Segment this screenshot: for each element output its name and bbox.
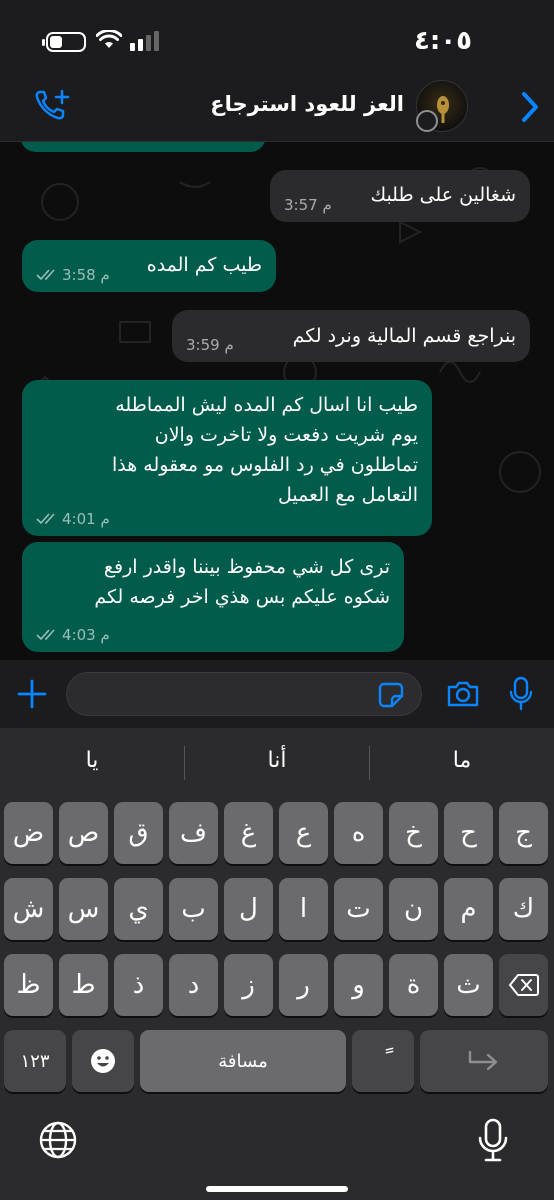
contact-name[interactable]: العز للعود استرجاع [210, 92, 404, 116]
key[interactable]: ا [279, 878, 328, 940]
key[interactable]: خ [389, 802, 438, 864]
key[interactable]: ع [279, 802, 328, 864]
message-text: بنراجع قسم المالية ونرد لكم [292, 325, 516, 347]
key[interactable]: م [444, 878, 493, 940]
message-bubble[interactable]: طيب انا اسال كم المده ليش المماطله يوم ش… [22, 380, 432, 536]
message-bubble[interactable]: شغالين على طلبك 3:57 م [270, 170, 530, 222]
chat-messages[interactable]: شغالين على طلبك 3:57 م طيب كم المده 3:58… [0, 142, 554, 660]
return-key-icon [468, 1050, 498, 1071]
key[interactable]: ه [334, 802, 383, 864]
add-call-icon[interactable] [34, 88, 72, 124]
back-chevron-icon[interactable] [520, 90, 540, 124]
key[interactable]: ذ [114, 954, 163, 1016]
time-label: 3:59 م [186, 336, 234, 354]
suggestion-item[interactable]: أنا [185, 748, 369, 773]
message-bubble[interactable]: ترى كل شي محفوظ بيننا واقدر ارفع شكوه عل… [22, 542, 404, 652]
key[interactable]: ة [389, 954, 438, 1016]
message-text: طيب كم المده [146, 254, 262, 276]
double-check-icon [36, 629, 55, 641]
divider [369, 746, 370, 780]
key[interactable]: ح [444, 802, 493, 864]
key[interactable]: ط [59, 954, 108, 1016]
key[interactable]: ن [389, 878, 438, 940]
time-label: 4:01 م [62, 510, 110, 528]
key[interactable]: ت [334, 878, 383, 940]
home-indicator[interactable] [206, 1186, 348, 1192]
message-input-bar [0, 660, 554, 728]
camera-icon[interactable] [446, 680, 480, 708]
key[interactable]: ظ [4, 954, 53, 1016]
key[interactable]: ك [499, 878, 548, 940]
time-label: 4:03 م [62, 626, 110, 644]
message-time: 3:59 م [186, 336, 234, 354]
key[interactable]: س [59, 878, 108, 940]
key[interactable]: ز [224, 954, 273, 1016]
signal-icon [130, 31, 159, 51]
key[interactable]: ض [4, 802, 53, 864]
key[interactable]: ل [224, 878, 273, 940]
message-time: 3:57 م [284, 196, 332, 214]
key[interactable]: ب [169, 878, 218, 940]
message-text: شغالين على طلبك [370, 184, 516, 206]
key[interactable]: ص [59, 802, 108, 864]
delete-key[interactable] [499, 954, 548, 1016]
plus-icon[interactable] [16, 678, 48, 710]
numbers-key[interactable]: ١٢٣ [4, 1030, 66, 1092]
divider [184, 746, 185, 780]
globe-icon[interactable] [38, 1120, 78, 1160]
return-key[interactable] [420, 1030, 548, 1092]
message-time: 4:03 م [36, 626, 110, 644]
emoji-icon [91, 1049, 115, 1073]
key[interactable]: ش [4, 878, 53, 940]
key[interactable]: ث [444, 954, 493, 1016]
key[interactable]: ج [499, 802, 548, 864]
double-check-icon [36, 269, 55, 281]
message-input[interactable] [66, 672, 422, 716]
wifi-icon [96, 30, 122, 48]
message-bubble-partial [20, 142, 266, 152]
delete-key-icon [508, 974, 539, 996]
suggestion-bar: ما أنا يا [0, 728, 554, 798]
message-time: 3:58 م [36, 266, 110, 284]
message-bubble[interactable]: طيب كم المده 3:58 م [22, 240, 276, 292]
key[interactable]: ر [279, 954, 328, 1016]
chat-header: العز للعود استرجاع [0, 76, 554, 142]
key[interactable]: ق [114, 802, 163, 864]
key[interactable]: د [169, 954, 218, 1016]
suggestion-item[interactable]: يا [0, 748, 184, 773]
keyboard: ما أنا يا ج ح خ ه ع غ ف ق ص ض ك م ن ت ا … [0, 728, 554, 1200]
emoji-key[interactable] [72, 1030, 134, 1092]
tanween-key[interactable]: ً [352, 1030, 414, 1092]
key[interactable]: و [334, 954, 383, 1016]
dictation-icon[interactable] [476, 1118, 510, 1164]
key[interactable]: ف [169, 802, 218, 864]
message-bubble[interactable]: بنراجع قسم المالية ونرد لكم 3:59 م [172, 310, 530, 362]
message-time: 4:01 م [36, 510, 110, 528]
message-text: طيب انا اسال كم المده ليش المماطله يوم ش… [111, 394, 418, 506]
key[interactable]: ي [114, 878, 163, 940]
double-check-icon [36, 513, 55, 525]
suggestion-item[interactable]: ما [370, 748, 554, 773]
time-label: 3:57 م [284, 196, 332, 214]
message-text: ترى كل شي محفوظ بيننا واقدر ارفع شكوه عل… [94, 556, 390, 608]
status-time: ٤:٠٥ [413, 26, 472, 56]
time-label: 3:58 م [62, 266, 110, 284]
status-ring-icon [416, 110, 438, 132]
battery-icon [42, 32, 86, 52]
key[interactable]: غ [224, 802, 273, 864]
space-key[interactable]: مسافة [140, 1030, 346, 1092]
microphone-icon[interactable] [508, 676, 534, 712]
sticker-icon[interactable] [378, 682, 404, 708]
status-bar: ٤:٠٥ [0, 0, 554, 76]
